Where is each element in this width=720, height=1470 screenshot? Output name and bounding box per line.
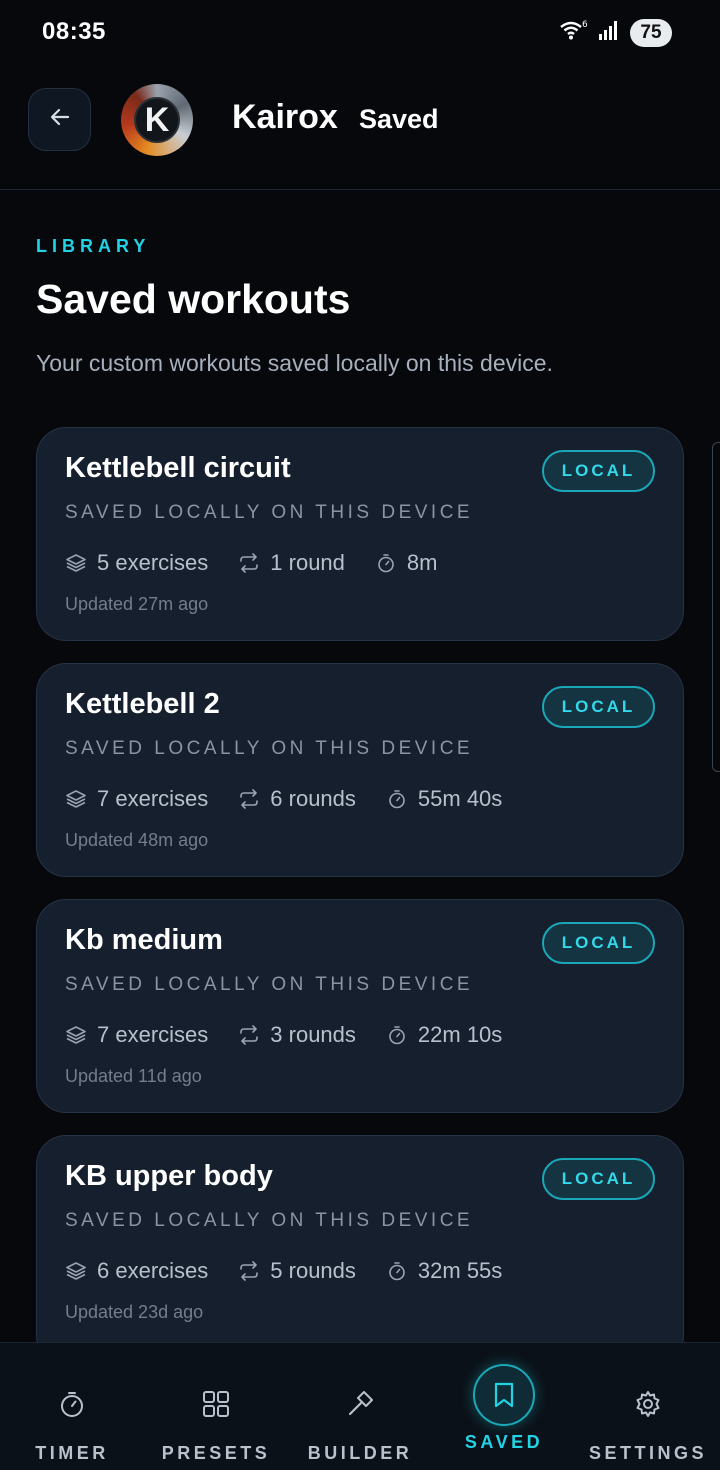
status-icons: 6 75 [558, 18, 672, 47]
grid-icon [185, 1373, 247, 1435]
hammer-icon [329, 1373, 391, 1435]
nav-label: TIMER [35, 1443, 109, 1463]
nav-item-saved[interactable]: SAVED [432, 1343, 576, 1470]
duration-stat: 8m [375, 550, 438, 576]
stopwatch-icon [378, 554, 394, 573]
svg-text:6: 6 [582, 20, 588, 30]
workout-updated: Updated 48m ago [65, 830, 209, 850]
arrow-left-icon [48, 105, 72, 134]
app-name: Kairox [232, 98, 338, 136]
page-title: Saved workouts [36, 276, 351, 322]
nav-label: SETTINGS [588, 1443, 707, 1463]
nav-item-builder[interactable]: BUILDER [288, 1343, 432, 1470]
stopwatch-icon [389, 1262, 405, 1281]
workout-stats: 6 exercises 5 rounds 32m 55s [65, 1258, 532, 1284]
exercises-count: 6 exercises [97, 1258, 209, 1283]
stopwatch-icon [389, 790, 405, 809]
exercises-stat: 5 exercises [65, 550, 208, 576]
logo-letter: K [134, 97, 180, 143]
workout-card[interactable]: Kettlebell 2 LOCAL SAVED LOCALLY ON THIS… [36, 663, 684, 877]
rounds-stat: 5 rounds [238, 1258, 356, 1284]
gear-icon [617, 1373, 679, 1435]
rounds-count: 3 rounds [270, 1022, 356, 1047]
workout-title: Kb medium [65, 924, 223, 956]
workout-stats: 7 exercises 3 rounds 22m 10s [65, 1022, 532, 1048]
workout-updated: Updated 23d ago [65, 1302, 204, 1322]
rounds-count: 6 rounds [270, 786, 356, 811]
bottom-nav: TIMER PRESETS BUILDER SAVED SETTINGS [0, 1342, 720, 1470]
exercises-stat: 6 exercises [65, 1258, 208, 1284]
exercises-count: 7 exercises [97, 786, 209, 811]
workout-updated: Updated 11d ago [65, 1066, 202, 1086]
workout-card[interactable]: Kb medium LOCAL SAVED LOCALLY ON THIS DE… [36, 899, 684, 1113]
duration-value: 32m 55s [417, 1258, 503, 1283]
layers-icon [66, 1262, 86, 1280]
nav-item-settings[interactable]: SETTINGS [576, 1343, 720, 1470]
exercises-count: 5 exercises [97, 550, 209, 575]
workout-storage-note: SAVED LOCALLY ON THIS DEVICE [65, 974, 474, 995]
workout-stats: 7 exercises 6 rounds 55m 40s [65, 786, 532, 812]
nav-label: PRESETS [161, 1443, 271, 1463]
duration-value: 8m [406, 550, 438, 575]
workout-storage-note: SAVED LOCALLY ON THIS DEVICE [65, 738, 474, 759]
layers-icon [66, 790, 86, 808]
battery-indicator: 75 [630, 18, 672, 47]
workout-title: Kettlebell circuit [65, 452, 291, 484]
signal-icon [598, 19, 620, 46]
rounds-count: 5 rounds [270, 1258, 356, 1283]
rounds-stat: 1 round [238, 550, 345, 576]
back-button[interactable] [28, 88, 91, 151]
workout-title: Kettlebell 2 [65, 688, 220, 720]
wifi-icon: 6 [558, 18, 588, 47]
duration-value: 22m 10s [417, 1022, 503, 1047]
local-badge: LOCAL [542, 686, 655, 728]
duration-stat: 55m 40s [386, 786, 502, 812]
workout-updated: Updated 27m ago [65, 594, 209, 614]
app-logo: K [121, 84, 193, 156]
local-badge: LOCAL [542, 922, 655, 964]
workout-card[interactable]: Kettlebell circuit LOCAL SAVED LOCALLY O… [36, 427, 684, 641]
workout-card[interactable]: KB upper body LOCAL SAVED LOCALLY ON THI… [36, 1135, 684, 1365]
local-badge: LOCAL [542, 450, 655, 492]
status-bar: 08:35 6 75 [0, 0, 720, 64]
scroll-indicator[interactable] [712, 442, 720, 772]
repeat-icon [240, 1261, 259, 1281]
workout-storage-note: SAVED LOCALLY ON THIS DEVICE [65, 502, 474, 523]
nav-label: SAVED [464, 1432, 544, 1452]
exercises-stat: 7 exercises [65, 1022, 208, 1048]
nav-item-timer[interactable]: TIMER [0, 1343, 144, 1470]
layers-icon [66, 554, 86, 572]
page-subtitle: Your custom workouts saved locally on th… [36, 350, 553, 376]
duration-stat: 22m 10s [386, 1022, 502, 1048]
exercises-count: 7 exercises [97, 1022, 209, 1047]
stopwatch-icon [389, 1026, 405, 1045]
workout-storage-note: SAVED LOCALLY ON THIS DEVICE [65, 1210, 474, 1231]
status-time: 08:35 [42, 18, 106, 45]
rounds-stat: 3 rounds [238, 1022, 356, 1048]
exercises-stat: 7 exercises [65, 786, 208, 812]
section-eyebrow: LIBRARY [36, 236, 151, 256]
bookmark-icon [473, 1364, 535, 1426]
nav-item-presets[interactable]: PRESETS [144, 1343, 288, 1470]
repeat-icon [240, 789, 259, 809]
local-badge: LOCAL [542, 1158, 655, 1200]
duration-value: 55m 40s [417, 786, 503, 811]
workout-title: KB upper body [65, 1160, 273, 1192]
repeat-icon [240, 1025, 259, 1045]
app-header: K Kairox Saved [0, 64, 720, 190]
nav-label: BUILDER [307, 1443, 413, 1463]
duration-stat: 32m 55s [386, 1258, 502, 1284]
layers-icon [66, 1026, 86, 1044]
stopwatch-icon [41, 1373, 103, 1435]
repeat-icon [240, 553, 259, 573]
rounds-count: 1 round [270, 550, 345, 575]
rounds-stat: 6 rounds [238, 786, 356, 812]
workout-stats: 5 exercises 1 round 8m [65, 550, 467, 576]
header-page-name: Saved [359, 104, 439, 134]
